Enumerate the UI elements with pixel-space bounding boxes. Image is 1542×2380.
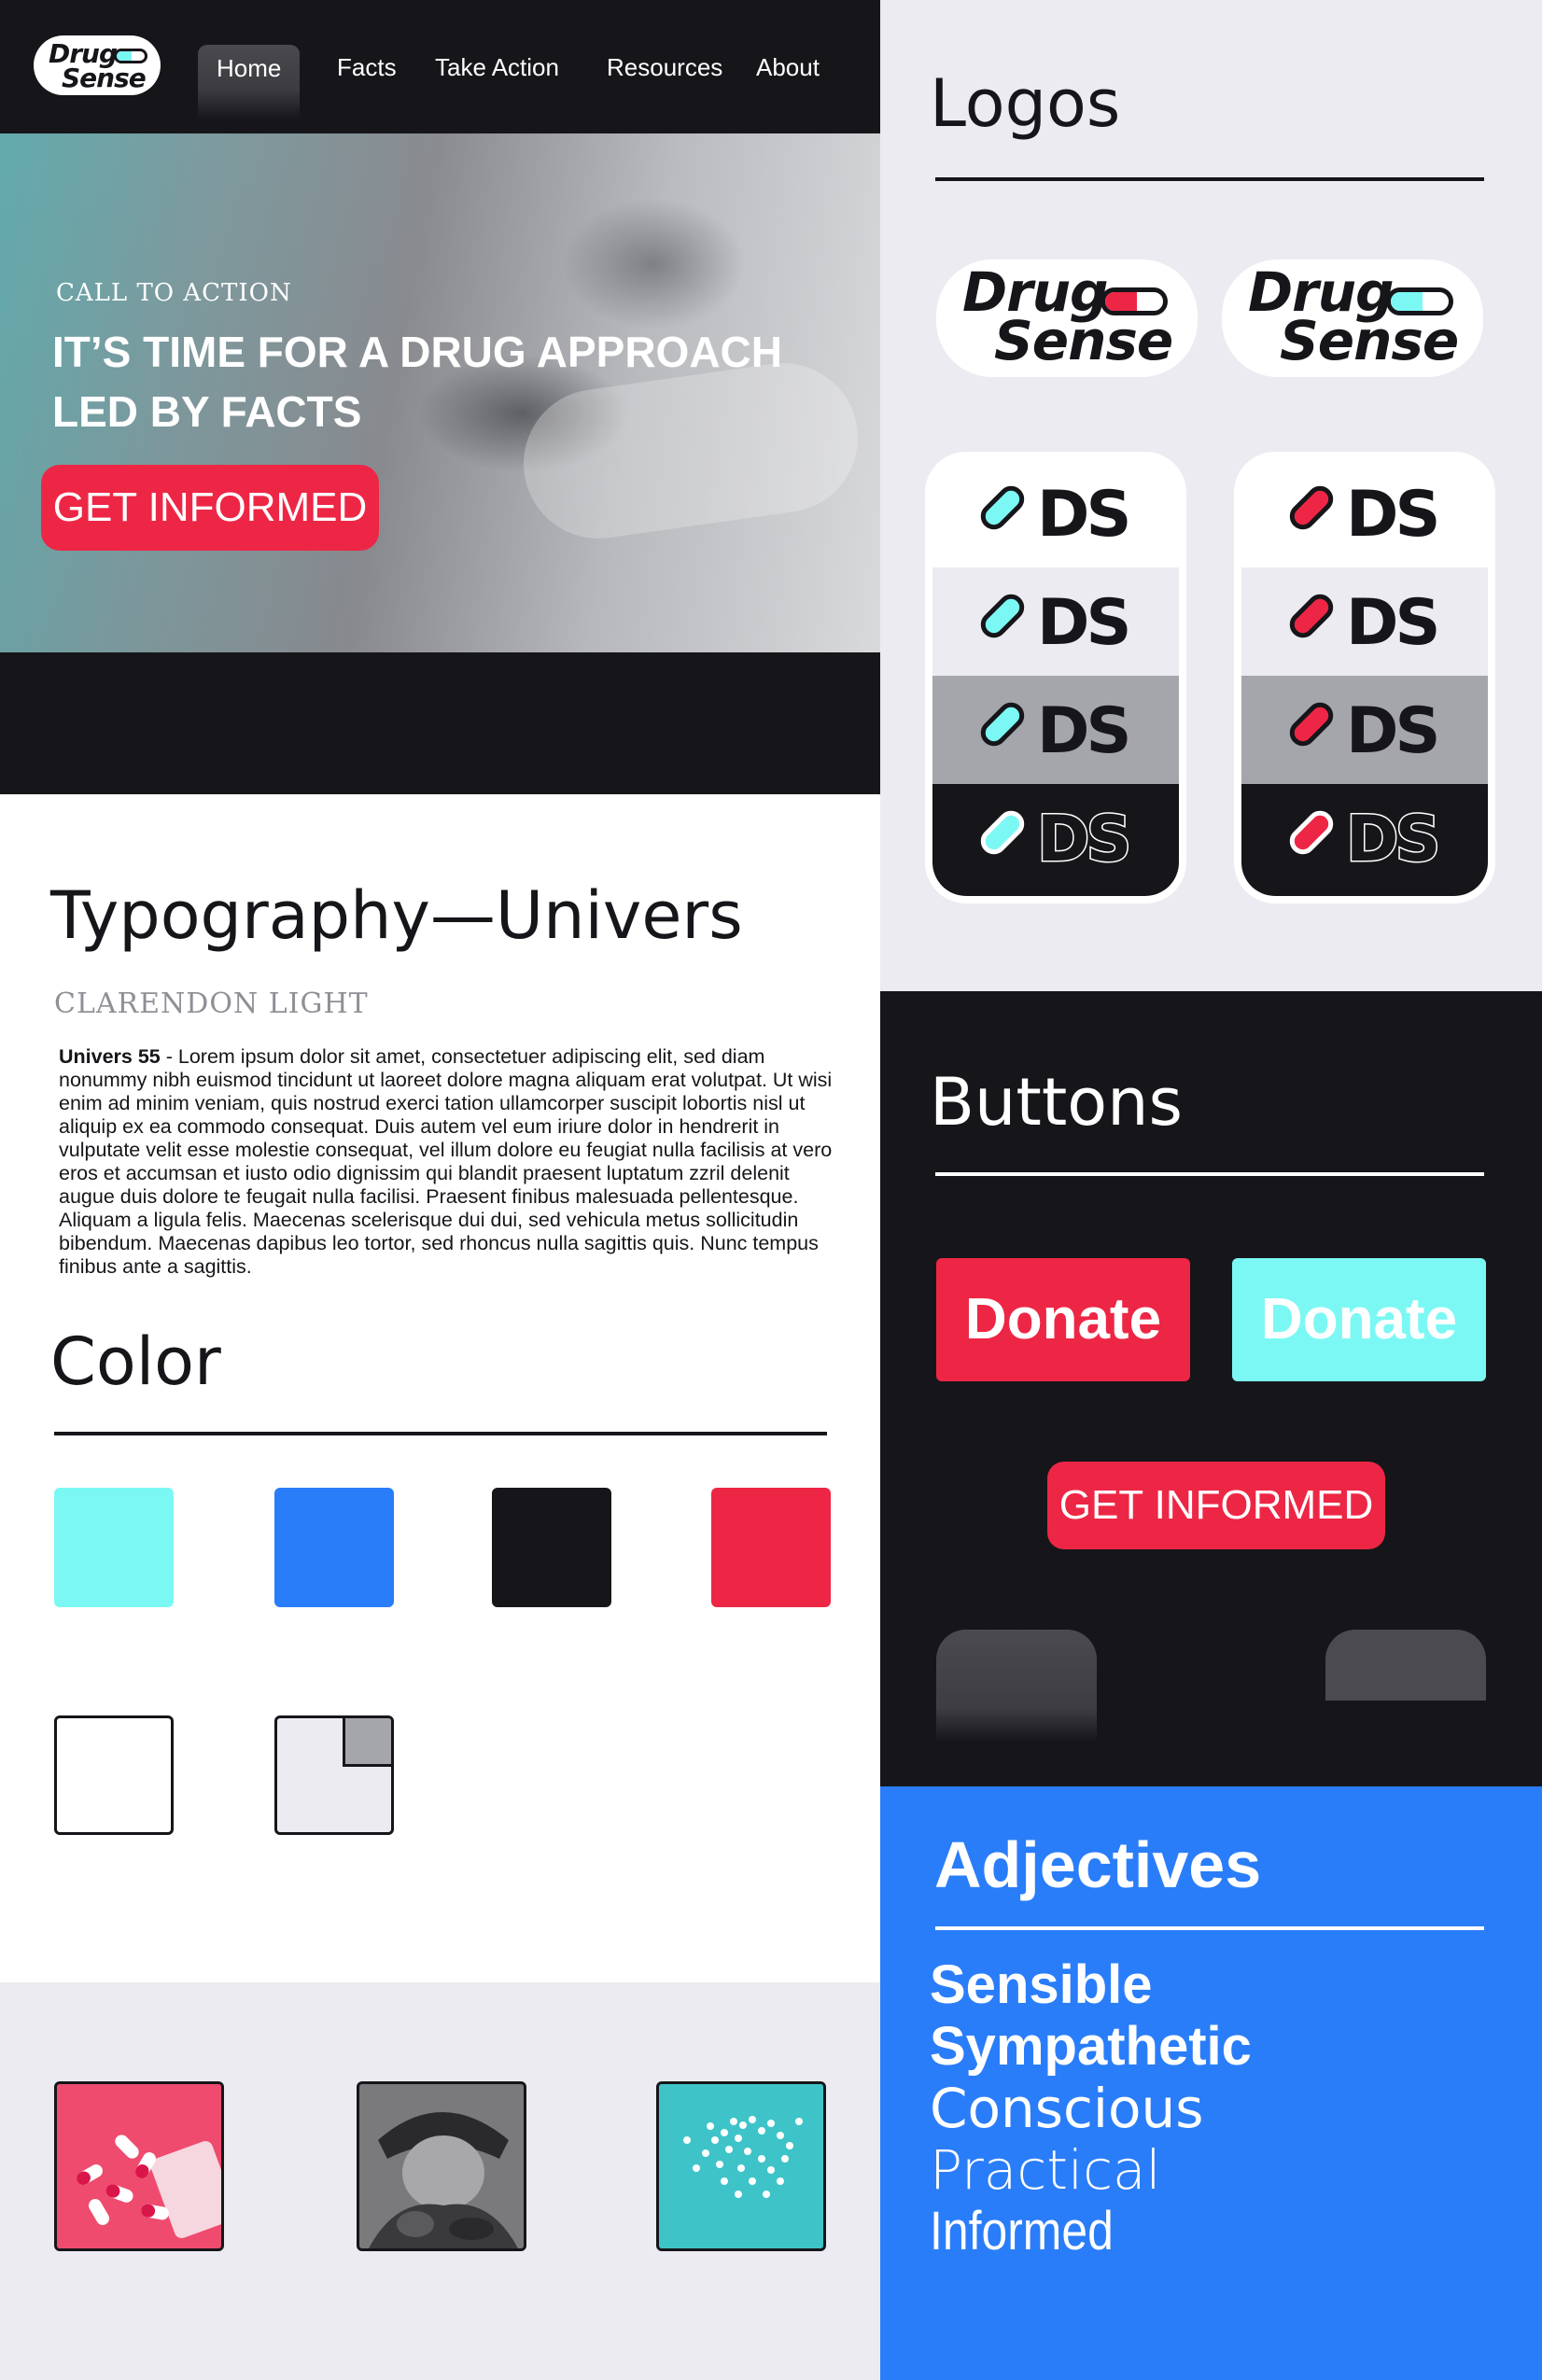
pill-icon <box>975 805 1030 860</box>
adjectives-divider <box>935 1926 1484 1930</box>
wordmark-logo-red: Drug Sense <box>936 259 1198 377</box>
monogram-card-red: DS DS DS DS <box>1234 452 1495 903</box>
typography-subtitle: CLARENDON LIGHT <box>54 987 369 1020</box>
get-informed-button-sample[interactable]: GET INFORMED <box>1047 1462 1385 1549</box>
adjective-sympathetic: Sympathetic <box>930 2016 1252 2077</box>
pill-icon <box>1284 589 1339 643</box>
logos-divider <box>935 177 1484 181</box>
nav-item-home[interactable]: Home <box>198 45 301 119</box>
donate-button-red[interactable]: Donate <box>936 1258 1190 1381</box>
typography-sample-text: - Lorem ipsum dolor sit amet, consectetu… <box>59 1045 833 1278</box>
adjectives-title: Adjectives <box>934 1828 1262 1901</box>
wordmark-cyan-sense: Sense <box>1280 309 1459 372</box>
hero-footer-bar <box>0 652 880 794</box>
wordmark-logo-cyan: Drug Sense <box>1222 259 1483 377</box>
adjective-conscious: Conscious <box>930 2077 1204 2140</box>
monogram-row-mid: DS <box>932 676 1179 784</box>
monogram-text: DS <box>1037 586 1131 660</box>
swatch-cyan <box>54 1488 174 1607</box>
pill-icon <box>1284 481 1339 535</box>
color-title: Color <box>50 1323 221 1400</box>
logo-word-sense: Sense <box>62 63 147 93</box>
hero-title: IT’S TIME FOR A DRUG APPROACH LED BY FAC… <box>52 322 855 441</box>
photo-white-pills <box>656 2081 826 2251</box>
monogram-text: DS <box>1035 802 1132 878</box>
swatch-light-gray <box>274 1715 394 1835</box>
swatch-mid-gray-corner <box>343 1718 391 1767</box>
nav-item-facts[interactable]: Facts <box>337 39 397 95</box>
pill-icon <box>975 697 1030 751</box>
hero-title-line-2: LED BY FACTS <box>52 387 362 436</box>
nav-item-about[interactable]: About <box>756 39 820 95</box>
swatch-white <box>54 1715 174 1835</box>
color-divider <box>54 1432 827 1435</box>
monogram-text: DS <box>1037 694 1131 768</box>
adjective-practical: Practical <box>930 2138 1161 2202</box>
wordmark-red-sense: Sense <box>994 309 1173 372</box>
monogram-text: DS <box>1346 586 1440 660</box>
pill-icon <box>1100 287 1168 315</box>
swatch-blue <box>274 1488 394 1607</box>
monogram-row-light: DS <box>932 567 1179 676</box>
pill-icon <box>1386 287 1453 315</box>
monogram-card-cyan: DS DS DS DS <box>925 452 1186 903</box>
hero-eyebrow: CALL TO ACTION <box>56 279 292 307</box>
monogram-row-white: DS <box>1241 459 1488 567</box>
monogram-row-dark: DS <box>932 784 1179 896</box>
monogram-row-mid: DS <box>1241 676 1488 784</box>
nav-item-resources[interactable]: Resources <box>607 39 722 95</box>
swatch-black <box>492 1488 611 1607</box>
monogram-text: DS <box>1346 478 1440 552</box>
monogram-row-light: DS <box>1241 567 1488 676</box>
pill-icon <box>975 481 1030 535</box>
nav-tab-sample <box>1325 1630 1486 1701</box>
monogram-text: DS <box>1346 694 1440 768</box>
typography-sample-label: Univers 55 <box>59 1045 161 1068</box>
logos-title: Logos <box>930 65 1121 142</box>
monogram-row-white: DS <box>932 459 1179 567</box>
hero-title-line-1: IT’S TIME FOR A DRUG APPROACH <box>52 328 782 376</box>
adjective-sensible: Sensible <box>930 1954 1153 2015</box>
pill-icon <box>975 589 1030 643</box>
typography-title: Typography—Univers <box>50 877 743 954</box>
pill-icon <box>1284 805 1339 860</box>
adjective-informed: Informed <box>930 2201 1114 2261</box>
donate-button-cyan[interactable]: Donate <box>1232 1258 1486 1381</box>
photo-person-cap <box>357 2081 526 2251</box>
nav-tab-active-sample <box>936 1630 1097 1742</box>
monogram-text: DS <box>1037 478 1131 552</box>
buttons-divider <box>935 1172 1484 1176</box>
get-informed-button[interactable]: GET INFORMED <box>41 465 379 551</box>
nav-item-take-action[interactable]: Take Action <box>435 39 559 95</box>
swatch-red <box>711 1488 831 1607</box>
pill-icon <box>114 49 147 63</box>
buttons-title: Buttons <box>930 1064 1183 1141</box>
pill-icon <box>1284 697 1339 751</box>
monogram-text: DS <box>1344 802 1441 878</box>
nav-logo[interactable]: Drug Sense <box>34 35 161 95</box>
photo-pink-pills <box>54 2081 224 2251</box>
monogram-row-dark: DS <box>1241 784 1488 896</box>
typography-sample: Univers 55 - Lorem ipsum dolor sit amet,… <box>59 1045 834 1279</box>
